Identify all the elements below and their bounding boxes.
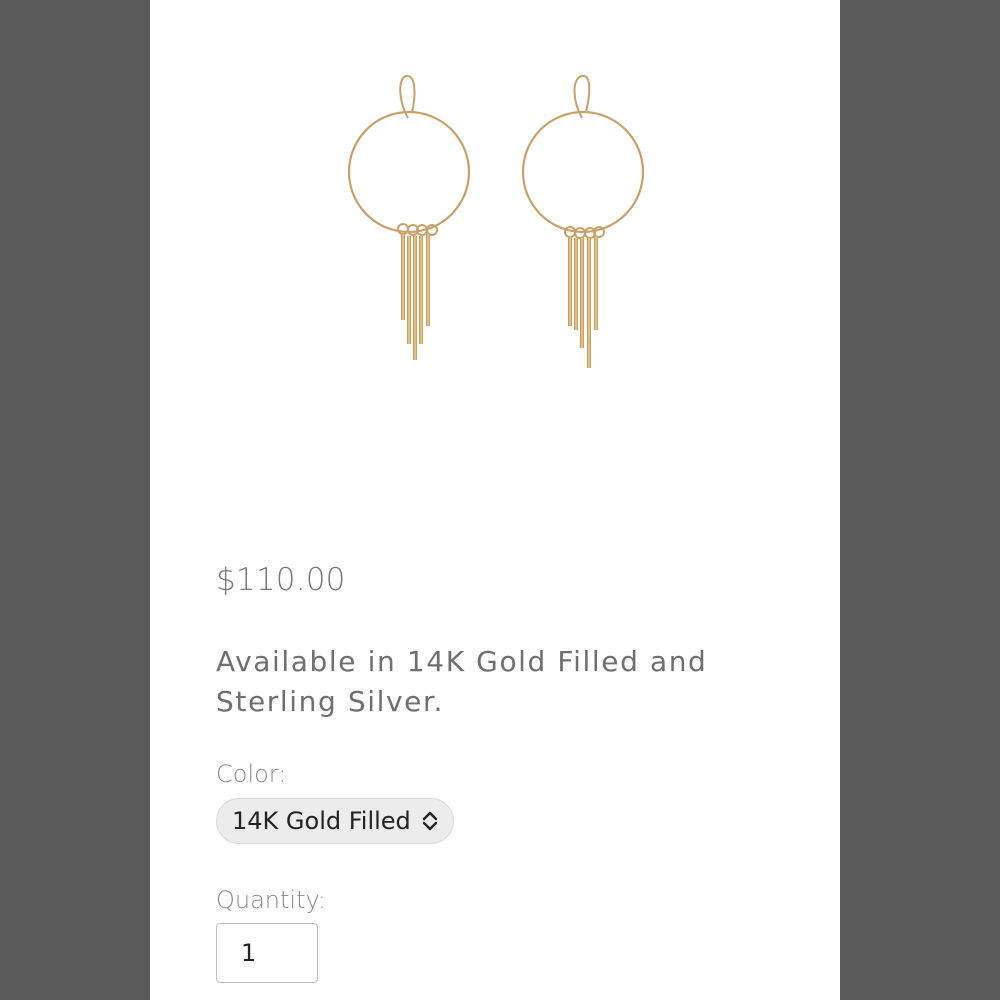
product-page: $110.00 Available in 14K Gold Filled and…: [150, 0, 840, 1000]
quantity-input[interactable]: [216, 923, 318, 983]
chevron-up-down-icon: [421, 810, 439, 832]
product-price: $110.00: [216, 562, 346, 598]
left-earring: [347, 74, 471, 236]
color-select[interactable]: 14K Gold Filled: [216, 798, 454, 844]
product-image[interactable]: [150, 0, 840, 540]
right-earring: [521, 74, 645, 239]
quantity-label: Quantity:: [216, 886, 327, 914]
color-select-value: 14K Gold Filled: [232, 807, 411, 835]
right-earring-bars: [568, 236, 598, 368]
earrings-image: [347, 74, 645, 368]
left-earring-bars: [401, 234, 430, 360]
color-label: Color:: [216, 760, 287, 788]
product-description: Available in 14K Gold Filled and Sterlin…: [216, 645, 708, 718]
